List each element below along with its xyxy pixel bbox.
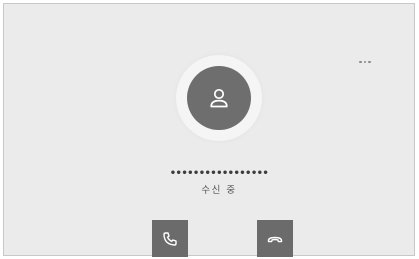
caller-number: ••••••••••••••••• — [169, 168, 269, 179]
person-icon — [210, 88, 228, 108]
phone-answer-icon — [163, 231, 177, 246]
call-status: 수신 중 — [201, 185, 237, 196]
phone-hangup-icon — [267, 236, 283, 242]
more-dot — [363, 60, 367, 64]
more-options-button[interactable] — [351, 54, 379, 70]
more-dot — [368, 60, 371, 64]
avatar — [187, 66, 251, 130]
decline-call-button[interactable] — [257, 220, 293, 257]
caller-avatar-ring — [176, 55, 262, 141]
more-dot — [359, 60, 362, 64]
answer-call-button[interactable] — [152, 220, 188, 257]
incoming-call-screen: ••••••••••••••••• 수신 중 — [3, 3, 415, 257]
